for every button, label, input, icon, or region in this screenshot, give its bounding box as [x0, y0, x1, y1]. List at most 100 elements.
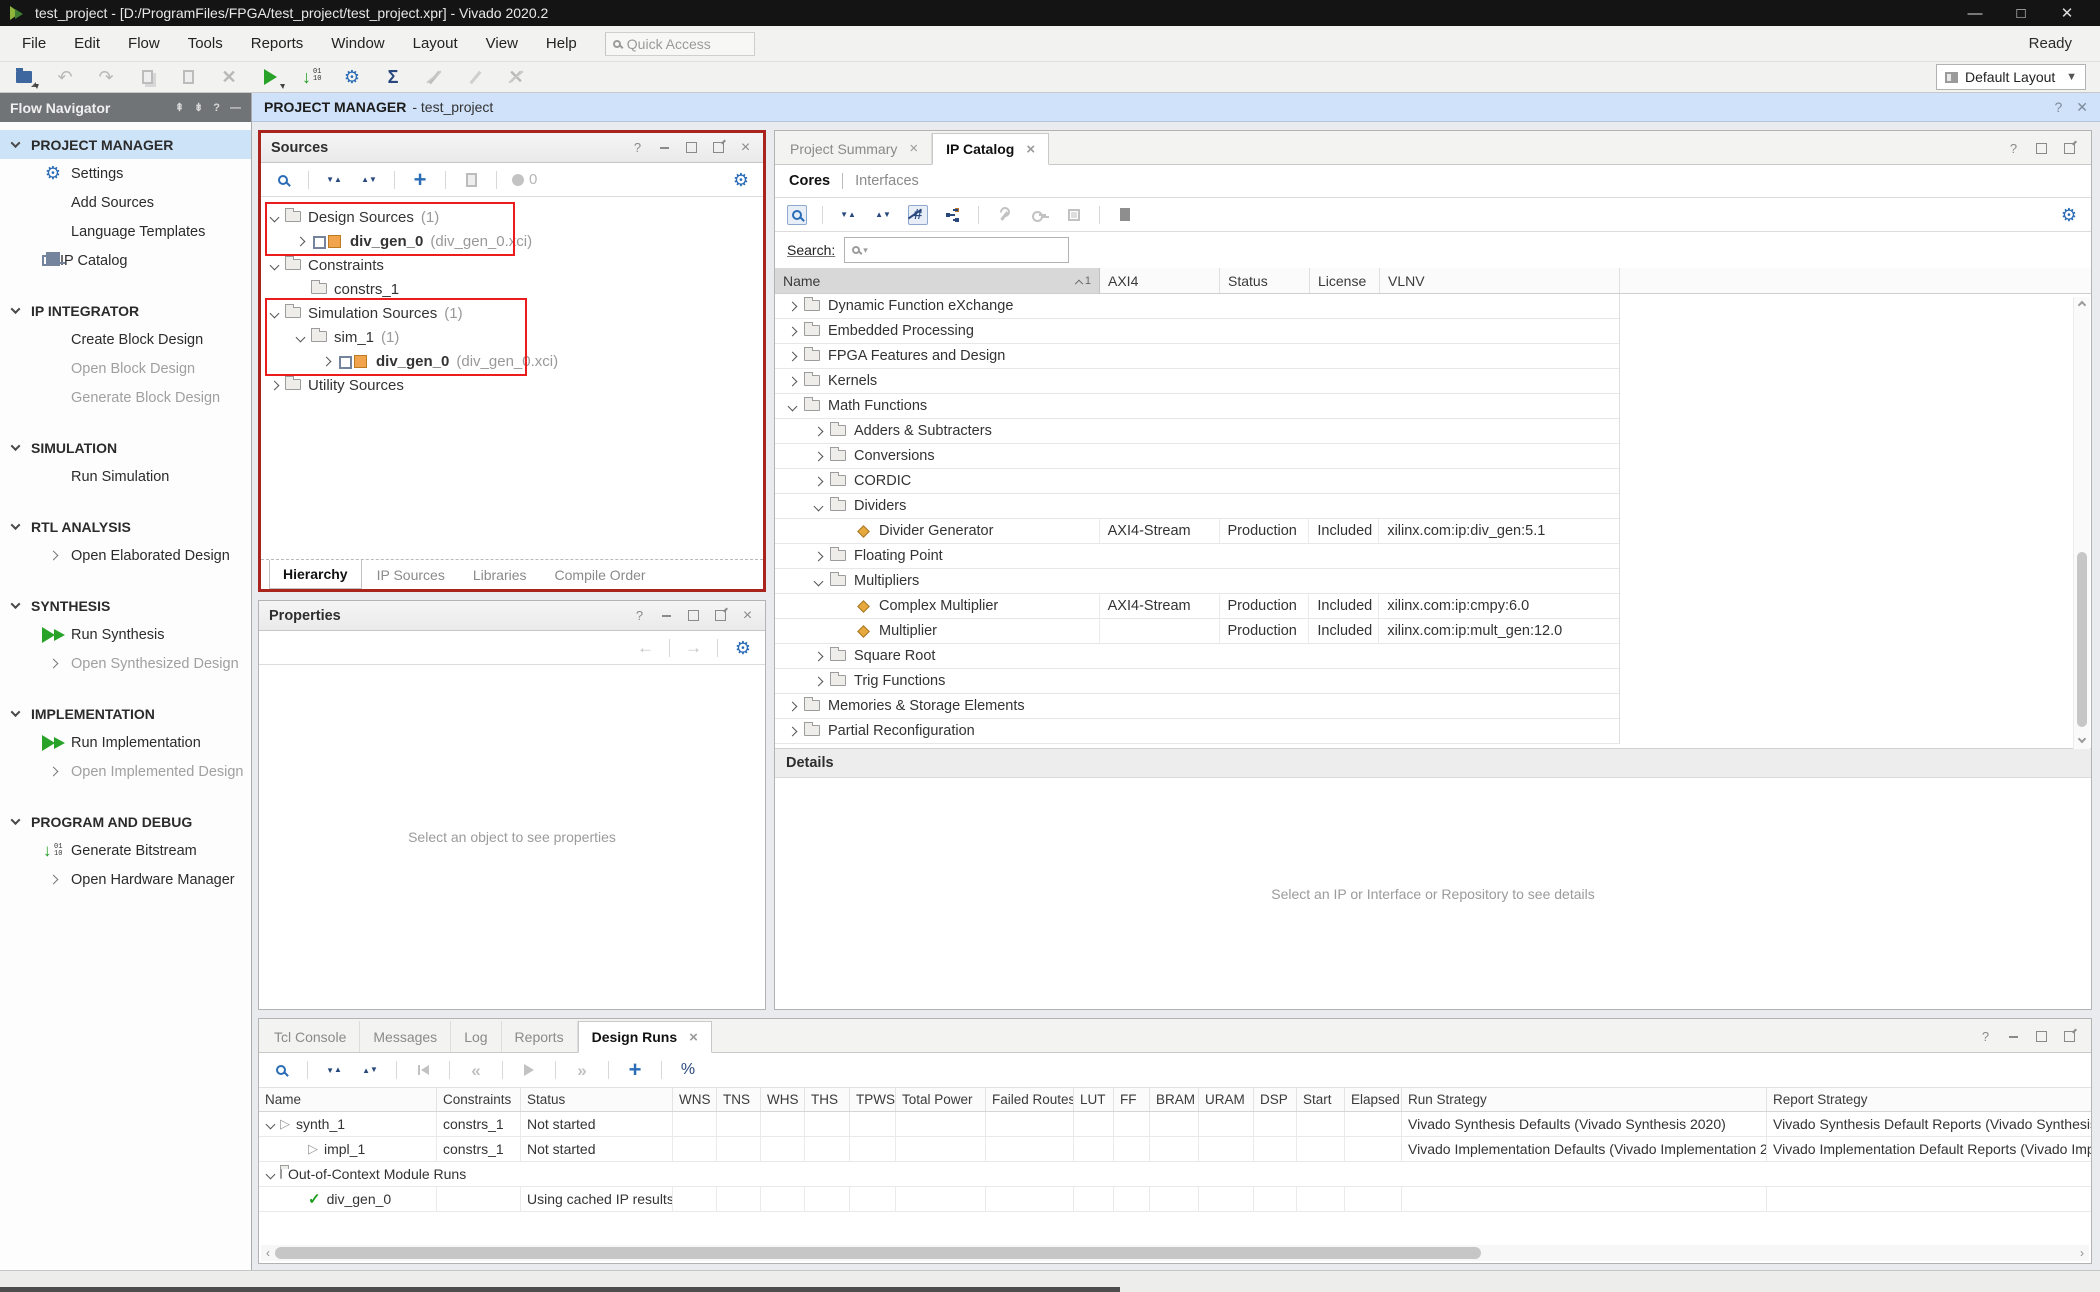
run-row[interactable]: impl_1 constrs_1 Not started [259, 1137, 2091, 1162]
ip-settings-icon[interactable] [1064, 205, 1084, 225]
tab-close-icon[interactable]: × [689, 1029, 698, 1046]
scroll-up-icon[interactable] [2078, 301, 2086, 309]
minimize-panel-icon[interactable] [2006, 1029, 2021, 1044]
run-icon[interactable] [260, 67, 280, 87]
help-icon[interactable]: ? [632, 608, 647, 623]
column-header-axi4[interactable]: AXI4 [1100, 268, 1220, 293]
runs-column-header[interactable]: LUT [1074, 1088, 1114, 1111]
catalog-row[interactable]: Embedded Processing [775, 319, 1619, 344]
menu-item[interactable]: Flow [114, 35, 174, 52]
tree-row[interactable]: div_gen_0 (div_gen_0.xci) [261, 349, 763, 373]
expand-chevron-icon[interactable] [788, 726, 798, 736]
open-project-icon[interactable] [14, 67, 34, 87]
flow-navigator-row[interactable]: Run Simulation [0, 462, 251, 491]
flow-navigator-row[interactable]: Generate Block Design [0, 383, 251, 412]
tree-row[interactable]: constrs_1 [261, 277, 763, 301]
group-by-icon[interactable] [943, 205, 963, 225]
maximize-panel-icon[interactable] [2034, 1029, 2049, 1044]
flow-navigator-row[interactable]: Language Templates [0, 217, 251, 246]
gear-icon[interactable]: ⚙ [731, 170, 751, 190]
minimize-panel-icon[interactable] [657, 140, 672, 155]
maximize-panel-icon[interactable] [686, 608, 701, 623]
flow-navigator-row[interactable]: Open Block Design [0, 354, 251, 383]
catalog-subtab[interactable]: Interfaces [842, 173, 931, 189]
expand-chevron-icon[interactable] [814, 551, 824, 561]
menu-item[interactable]: Reports [237, 35, 318, 52]
maximize-panel-icon[interactable] [684, 140, 699, 155]
editor-tab[interactable]: Project Summary × [777, 133, 932, 164]
report-disabled-icon[interactable] [461, 170, 481, 190]
catalog-row[interactable]: Math Functions [775, 394, 1619, 419]
expand-chevron-icon[interactable] [788, 301, 798, 311]
expand-chevron-icon[interactable] [814, 676, 824, 686]
collapse-all-icon[interactable]: ⇞ [175, 101, 184, 114]
flow-navigator-row[interactable]: Run Synthesis [0, 620, 251, 649]
scroll-left-icon[interactable]: ‹ [261, 1246, 275, 1260]
runs-column-header[interactable]: Total Power [896, 1088, 986, 1111]
flow-navigator-row[interactable]: PROGRAM AND DEBUG [0, 807, 251, 836]
skip-to-start-icon[interactable] [413, 1060, 433, 1080]
copy-icon[interactable] [137, 67, 157, 87]
menu-item[interactable]: Window [317, 35, 398, 52]
runs-column-header[interactable]: Constraints [437, 1088, 521, 1111]
close-button[interactable]: ✕ [2044, 4, 2090, 22]
flow-navigator-row[interactable]: IP INTEGRATOR [0, 296, 251, 325]
help-icon[interactable]: ? [1978, 1029, 1993, 1044]
link-disabled-icon[interactable] [465, 67, 485, 87]
expand-chevron-icon[interactable] [322, 356, 332, 366]
redo-icon[interactable]: ↷ [96, 67, 116, 87]
expand-chevron-icon[interactable] [788, 376, 798, 386]
runs-column-header[interactable]: DSP [1254, 1088, 1297, 1111]
run-row[interactable]: synth_1 constrs_1 Not started [259, 1112, 2091, 1137]
horizontal-scrollbar[interactable]: ‹ › [261, 1245, 2089, 1261]
quick-access-search[interactable]: Quick Access [605, 32, 755, 56]
expand-chevron-icon[interactable] [814, 576, 824, 586]
scrollbar-thumb[interactable] [2077, 552, 2087, 727]
tab-close-icon[interactable]: × [909, 140, 918, 157]
search-icon[interactable] [271, 1060, 291, 1080]
runs-column-header[interactable]: Start [1297, 1088, 1345, 1111]
tree-row[interactable]: sim_1 (1) [261, 325, 763, 349]
minimize-button[interactable]: — [1952, 5, 1998, 22]
help-icon[interactable]: ? [630, 140, 645, 155]
runs-column-header[interactable]: TNS [717, 1088, 761, 1111]
run-row[interactable]: Out-of-Context Module Runs [259, 1162, 2091, 1187]
tree-row[interactable]: Design Sources (1) [261, 205, 763, 229]
column-header-license[interactable]: License [1310, 268, 1380, 293]
catalog-row[interactable]: Square Root [775, 644, 1619, 669]
expand-chevron-icon[interactable] [788, 701, 798, 711]
column-header-vlnv[interactable]: VLNV [1380, 268, 1620, 293]
expand-chevron-icon[interactable] [814, 501, 824, 511]
expand-chevron-icon[interactable] [270, 308, 280, 318]
menu-item[interactable]: Tools [174, 35, 237, 52]
catalog-row[interactable]: Partial Reconfiguration [775, 719, 1619, 744]
runs-column-header[interactable]: WNS [673, 1088, 717, 1111]
expand-all-icon[interactable]: ⇟ [194, 101, 203, 114]
help-icon[interactable]: ? [213, 102, 220, 114]
step-back-icon[interactable]: « [466, 1060, 486, 1080]
catalog-row[interactable]: Memories & Storage Elements [775, 694, 1619, 719]
tree-row[interactable]: Simulation Sources (1) [261, 301, 763, 325]
collapse-all-icon[interactable] [324, 170, 344, 190]
paste-icon[interactable] [178, 67, 198, 87]
menu-item[interactable]: File [8, 35, 60, 52]
float-panel-icon[interactable] [713, 608, 728, 623]
catalog-row[interactable]: Trig Functions [775, 669, 1619, 694]
close-panel-icon[interactable]: × [740, 608, 755, 623]
column-header-status[interactable]: Status [1220, 268, 1310, 293]
expand-chevron-icon[interactable] [270, 212, 280, 222]
gear-icon[interactable]: ⚙ [733, 638, 753, 658]
menu-item[interactable]: Layout [399, 35, 472, 52]
flow-navigator-row[interactable]: Create Block Design [0, 325, 251, 354]
sources-view-tab[interactable]: Compile Order [542, 560, 659, 589]
console-tab[interactable]: Design Runs × [578, 1021, 712, 1053]
runs-column-header[interactable]: WHS [761, 1088, 805, 1111]
sources-view-tab[interactable]: Libraries [460, 560, 540, 589]
flow-navigator-row[interactable]: IP Catalog [0, 246, 251, 275]
catalog-row[interactable]: CORDIC [775, 469, 1619, 494]
flow-navigator-row[interactable]: Open Hardware Manager [0, 865, 251, 894]
flow-navigator-row[interactable]: IMPLEMENTATION [0, 699, 251, 728]
float-panel-icon[interactable] [2062, 141, 2077, 156]
expand-chevron-icon[interactable] [296, 332, 306, 342]
flow-navigator-row[interactable]: Add Sources [0, 188, 251, 217]
